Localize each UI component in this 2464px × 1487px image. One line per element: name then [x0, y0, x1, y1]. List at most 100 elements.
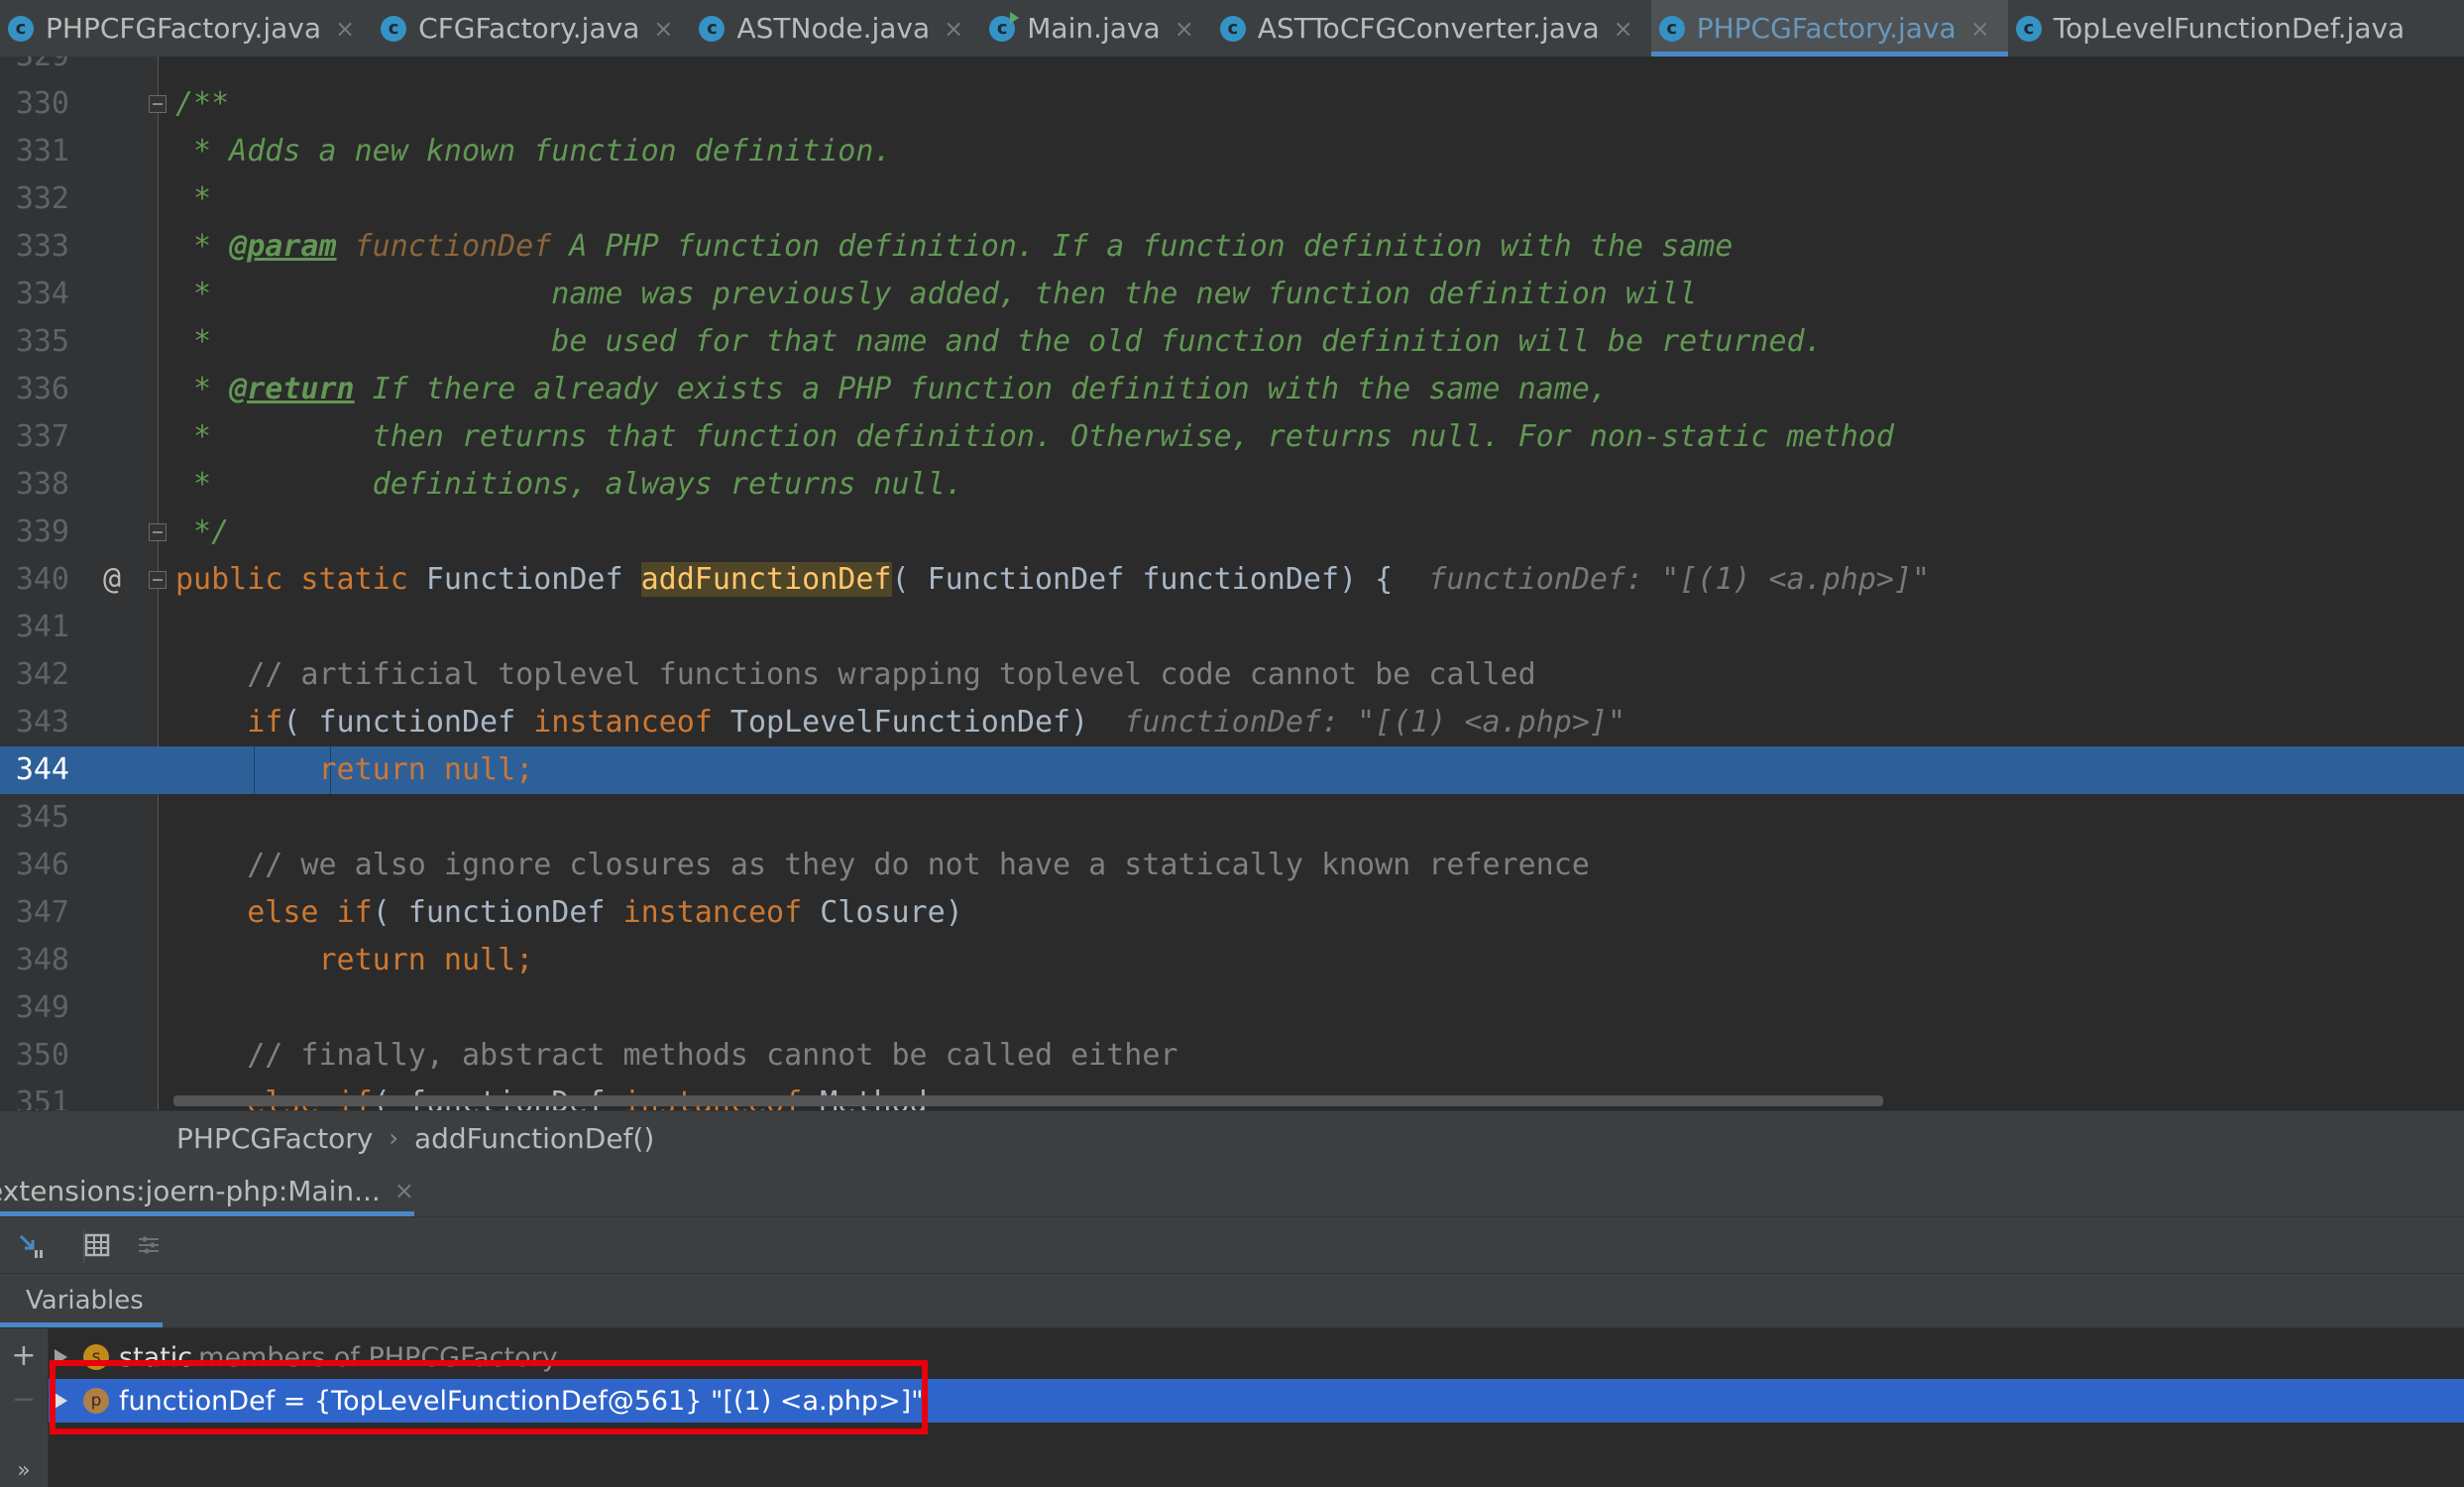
variables-title[interactable]: Variables	[26, 1274, 144, 1327]
doc-comment: /**	[175, 86, 230, 121]
code-token: ;	[515, 943, 534, 977]
keyword: return null	[318, 752, 516, 787]
current-execution-line: 344 return null;	[0, 746, 2464, 794]
code-line: 339 */	[0, 509, 2464, 556]
code-line: 334 * name was previously added, then th…	[0, 271, 2464, 318]
runnable-class-icon: c	[989, 11, 1020, 42]
close-icon[interactable]: ×	[394, 1177, 414, 1204]
doc-comment: *	[175, 181, 212, 216]
code-line: 341	[0, 604, 2464, 651]
tab-phpcgfactory[interactable]: c PHPCGFactory.java ×	[1650, 0, 2008, 57]
step-cursor-icon[interactable]	[14, 1227, 50, 1263]
expand-arrow-icon[interactable]	[55, 1393, 67, 1409]
line-number: 330	[15, 86, 69, 121]
line-comment: // finally, abstract methods cannot be c…	[175, 1038, 1178, 1073]
code-text: * be used for that name and the old func…	[175, 318, 1823, 366]
active-tab-indicator	[0, 1211, 414, 1216]
debug-tool-window: extensions:joern-php:Main... × Variables…	[0, 1165, 2464, 1487]
code-editor[interactable]: 329 330 /** 331 * Adds a new known funct…	[0, 57, 2464, 1110]
editor-tab-bar: c PHPCFGFactory.java × c CFGFactory.java…	[0, 0, 2464, 57]
tab-toplevelfunctiondef[interactable]: c TopLevelFunctionDef.java	[2008, 0, 2422, 57]
class-icon: c	[8, 15, 34, 42]
code-text: public static FunctionDef addFunctionDef…	[175, 556, 1930, 604]
active-tab-indicator	[0, 1322, 163, 1327]
fold-icon[interactable]	[149, 523, 167, 541]
tab-label: TopLevelFunctionDef.java	[2053, 12, 2406, 45]
tab-main[interactable]: c Main.java ×	[981, 0, 1212, 57]
code-line: 331 * Adds a new known function definiti…	[0, 128, 2464, 175]
code-token: ( FunctionDef functionDef) {	[891, 562, 1429, 597]
settings-list-icon[interactable]	[131, 1227, 167, 1263]
chevron-right-icon: ›	[389, 1124, 398, 1152]
debug-session-tabs: extensions:joern-php:Main... ×	[0, 1165, 2464, 1217]
variable-row-static[interactable]: s static members of PHPCGFactory	[49, 1335, 2464, 1379]
tab-label: ASTNode.java	[736, 12, 931, 45]
keyword: public static	[175, 562, 426, 597]
code-line: 336 * @return If there already exists a …	[0, 366, 2464, 413]
doc-tag: @return	[229, 372, 355, 406]
tab-cfgfactory[interactable]: c CFGFactory.java ×	[373, 0, 691, 57]
tab-asttocfgconverter[interactable]: c ASTToCFGConverter.java ×	[1212, 0, 1651, 57]
fold-icon[interactable]	[149, 95, 167, 113]
doc-tag: @param	[229, 229, 337, 264]
add-watch-icon[interactable]: +	[8, 1340, 40, 1372]
horizontal-scrollbar[interactable]	[173, 1095, 1883, 1106]
tab-label: PHPCFGFactory.java	[46, 12, 322, 45]
class-icon: c	[381, 15, 407, 42]
doc-comment: * then returns that function definition.…	[175, 419, 1894, 454]
variables-tree[interactable]: s static members of PHPCGFactory p funct…	[49, 1328, 2464, 1487]
code-line: 347 else if( functionDef instanceof Clos…	[0, 889, 2464, 937]
code-text: // finally, abstract methods cannot be c…	[175, 1032, 1177, 1080]
table-view-icon[interactable]	[79, 1227, 115, 1263]
close-icon[interactable]: ×	[1614, 15, 1633, 43]
line-number: 350	[15, 1038, 69, 1073]
variable-description: members of PHPCGFactory	[198, 1341, 558, 1373]
code-text: else if( functionDef instanceof Closure)	[175, 889, 963, 937]
code-line: 333 * @param functionDef A PHP function …	[0, 223, 2464, 271]
line-number: 334	[15, 277, 69, 311]
code-line: 350 // finally, abstract methods cannot …	[0, 1032, 2464, 1080]
line-number: 344	[15, 752, 69, 787]
expand-arrow-icon[interactable]	[55, 1349, 67, 1365]
line-number: 340	[15, 562, 69, 597]
doc-comment: A PHP function definition. If a function…	[551, 229, 1734, 264]
remove-watch-icon[interactable]: −	[8, 1384, 40, 1416]
override-marker-icon[interactable]: @	[95, 556, 129, 604]
more-icon[interactable]: »	[8, 1455, 40, 1487]
tab-label: Main.java	[1027, 12, 1161, 45]
code-text: /**	[175, 80, 229, 128]
fold-icon[interactable]	[149, 571, 167, 589]
tab-label: CFGFactory.java	[418, 12, 640, 45]
code-text: if( functionDef instanceof TopLevelFunct…	[175, 699, 1625, 746]
doc-comment: If there already exists a PHP function d…	[354, 372, 1608, 406]
close-icon[interactable]: ×	[1970, 15, 1990, 43]
breadcrumb-method[interactable]: addFunctionDef()	[414, 1122, 654, 1155]
line-number: 345	[15, 800, 69, 835]
code-line: 342 // artificial toplevel functions wra…	[0, 651, 2464, 699]
code-text: * Adds a new known function definition.	[175, 128, 891, 175]
line-number: 329	[0, 57, 69, 80]
line-number: 339	[15, 515, 69, 549]
class-icon: c	[1219, 15, 1246, 42]
variables-header: Variables	[0, 1274, 2464, 1328]
close-icon[interactable]: ×	[1175, 15, 1194, 43]
tab-phpcfgfactory[interactable]: c PHPCFGFactory.java ×	[0, 0, 373, 57]
close-icon[interactable]: ×	[335, 15, 355, 43]
line-number: 347	[15, 895, 69, 930]
close-icon[interactable]: ×	[653, 15, 673, 43]
tab-astnode[interactable]: c ASTNode.java ×	[691, 0, 981, 57]
tab-label: ASTToCFGConverter.java	[1257, 12, 1600, 45]
code-line: 329	[0, 57, 2464, 80]
method-name: addFunctionDef	[640, 562, 892, 597]
variable-row-functiondef[interactable]: p functionDef = {TopLevelFunctionDef@561…	[49, 1379, 2464, 1423]
doc-comment: * Adds a new known function definition.	[175, 134, 892, 169]
close-icon[interactable]: ×	[944, 15, 963, 43]
code-text: * @return If there already exists a PHP …	[175, 366, 1608, 413]
line-number: 337	[15, 419, 69, 454]
code-line: 332 *	[0, 175, 2464, 223]
breadcrumb-class[interactable]: PHPCGFactory	[176, 1122, 373, 1155]
code-token: ;	[515, 752, 534, 787]
debug-session-tab[interactable]: extensions:joern-php:Main... ×	[0, 1165, 414, 1216]
